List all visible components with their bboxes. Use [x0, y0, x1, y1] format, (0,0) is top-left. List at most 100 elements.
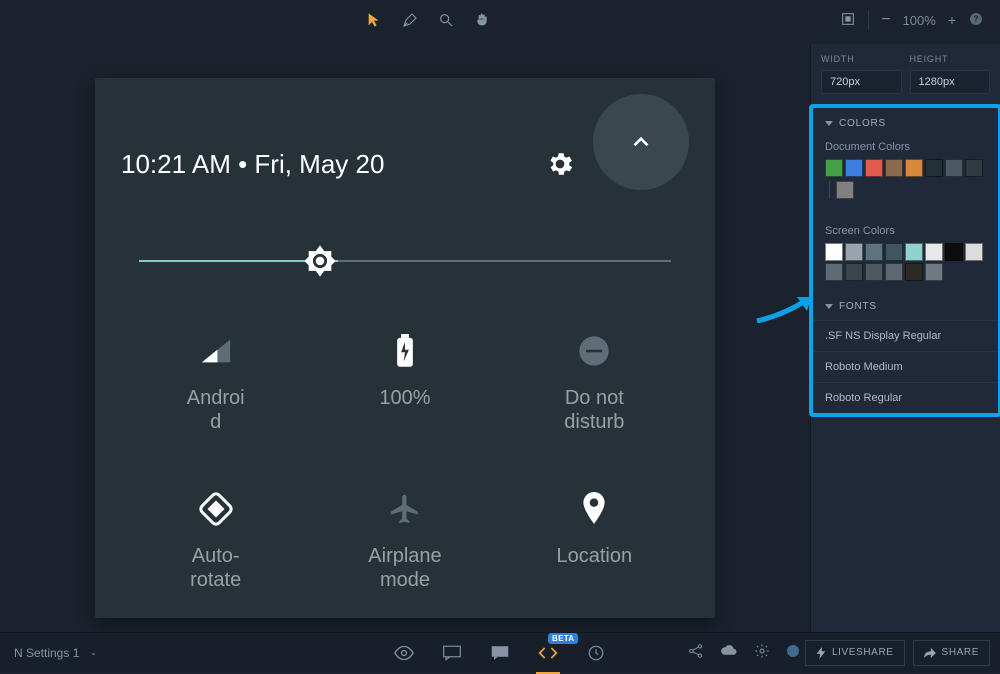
slider-thumb[interactable]: [303, 244, 337, 278]
canvas[interactable]: 10:21 AM • Fri, May 20: [0, 44, 810, 632]
screen-colors-label: Screen Colors: [813, 221, 998, 243]
liveshare-label: LIVESHARE: [832, 647, 894, 658]
chat-icon: [491, 645, 509, 661]
color-swatch[interactable]: [905, 243, 923, 261]
font-item[interactable]: Roboto Regular: [813, 382, 998, 413]
breadcrumb-minus: -: [91, 646, 95, 660]
color-swatch[interactable]: [945, 243, 963, 261]
color-swatch[interactable]: [945, 159, 963, 177]
color-swatch[interactable]: [925, 243, 943, 261]
eye-icon: [394, 646, 414, 660]
highlighted-region: COLORS Document Colors Screen Colors FON…: [809, 104, 1000, 417]
color-swatch[interactable]: [965, 243, 983, 261]
breadcrumb[interactable]: N Settings 1 -: [14, 646, 95, 660]
cursor-tool[interactable]: [365, 11, 383, 29]
tile-label: Auto- rotate: [121, 544, 310, 592]
color-swatch[interactable]: [925, 263, 943, 281]
color-swatch[interactable]: [905, 263, 923, 281]
search-tool[interactable]: [437, 11, 455, 29]
color-swatch[interactable]: [865, 243, 883, 261]
colors-section-header[interactable]: COLORS: [813, 108, 998, 137]
preview-button[interactable]: [394, 643, 414, 663]
zoom-out-button[interactable]: −: [881, 11, 890, 29]
height-input[interactable]: [910, 70, 991, 94]
cloud-button[interactable]: [720, 644, 738, 661]
color-swatch[interactable]: [885, 159, 903, 177]
android-quick-settings[interactable]: 10:21 AM • Fri, May 20: [95, 78, 715, 618]
qs-header: 10:21 AM • Fri, May 20: [121, 78, 689, 190]
font-item[interactable]: .SF NS Display Regular: [813, 320, 998, 351]
settings-button[interactable]: [754, 643, 770, 662]
tool-group: [365, 0, 491, 40]
doc-colors-label: Document Colors: [813, 137, 998, 159]
color-swatch[interactable]: [845, 243, 863, 261]
dot-icon: [786, 644, 800, 658]
code-button[interactable]: BETA: [538, 643, 558, 663]
tile-location[interactable]: Location: [500, 490, 689, 592]
svg-text:?: ?: [974, 14, 979, 23]
pen-tool[interactable]: [401, 11, 419, 29]
signal-icon: [199, 336, 233, 366]
color-swatch[interactable]: [825, 243, 843, 261]
color-swatch[interactable]: [865, 263, 883, 281]
pen-icon: [402, 12, 418, 28]
divider: [868, 10, 869, 30]
collapse-button[interactable]: [593, 94, 689, 190]
color-swatch[interactable]: [845, 159, 863, 177]
dimension-row: WIDTH HEIGHT: [811, 44, 1000, 106]
tile-rotate[interactable]: Auto- rotate: [121, 490, 310, 592]
color-swatch[interactable]: [905, 159, 923, 177]
gear-icon: [545, 149, 575, 179]
tile-label: Androi d: [121, 386, 310, 434]
top-right-controls: − 100% + ?: [840, 0, 984, 40]
qs-tiles: Androi d 100% Do not disturb Auto- rotat…: [121, 332, 689, 592]
tile-battery[interactable]: 100%: [310, 332, 499, 434]
zoom-level[interactable]: 100%: [903, 13, 936, 28]
tile-airplane[interactable]: Airplane mode: [310, 490, 499, 592]
inspector-panel: WIDTH HEIGHT COLORS Document Colors Scre…: [810, 44, 1000, 632]
clock-icon: [587, 644, 605, 662]
fonts-section-header[interactable]: FONTS: [813, 291, 998, 320]
location-icon: [581, 492, 607, 526]
tile-signal[interactable]: Androi d: [121, 332, 310, 434]
font-item[interactable]: Roboto Medium: [813, 351, 998, 382]
share-nodes-button[interactable]: [688, 643, 704, 662]
color-swatch[interactable]: [825, 263, 843, 281]
color-swatch[interactable]: [965, 159, 983, 177]
settings-button[interactable]: [545, 149, 575, 179]
color-swatch[interactable]: [885, 263, 903, 281]
breadcrumb-text: N Settings 1: [14, 646, 79, 660]
width-input[interactable]: [821, 70, 902, 94]
artboard-icon[interactable]: [840, 11, 856, 30]
brightness-slider[interactable]: [121, 246, 689, 276]
liveshare-button[interactable]: LIVESHARE: [805, 640, 905, 666]
color-swatch[interactable]: [865, 159, 883, 177]
zoom-in-button[interactable]: +: [948, 12, 956, 28]
beta-badge: BETA: [548, 633, 578, 644]
top-toolbar: − 100% + ?: [0, 0, 1000, 40]
chat-button[interactable]: [490, 643, 510, 663]
cursor-icon: [366, 12, 382, 28]
comment-button[interactable]: [442, 643, 462, 663]
width-label: WIDTH: [821, 54, 902, 64]
pan-tool[interactable]: [473, 11, 491, 29]
annotation-arrow-icon: [755, 293, 813, 323]
presence-dot[interactable]: [786, 644, 800, 661]
color-swatch[interactable]: [885, 243, 903, 261]
tile-label: Location: [500, 544, 689, 568]
color-swatch[interactable]: [825, 159, 843, 177]
airplane-icon: [388, 492, 422, 526]
bottom-center-tools: BETA: [394, 643, 606, 663]
share-label: SHARE: [942, 647, 979, 658]
rotate-icon: [198, 491, 234, 527]
document-colors: [813, 159, 998, 209]
help-button[interactable]: ?: [968, 11, 984, 30]
help-icon: ?: [968, 11, 984, 27]
color-swatch[interactable]: [925, 159, 943, 177]
color-swatch[interactable]: [836, 181, 854, 199]
color-swatch[interactable]: [845, 263, 863, 281]
comment-icon: [443, 645, 461, 661]
share-button[interactable]: SHARE: [913, 640, 990, 666]
tile-dnd[interactable]: Do not disturb: [500, 332, 689, 434]
history-button[interactable]: [586, 643, 606, 663]
